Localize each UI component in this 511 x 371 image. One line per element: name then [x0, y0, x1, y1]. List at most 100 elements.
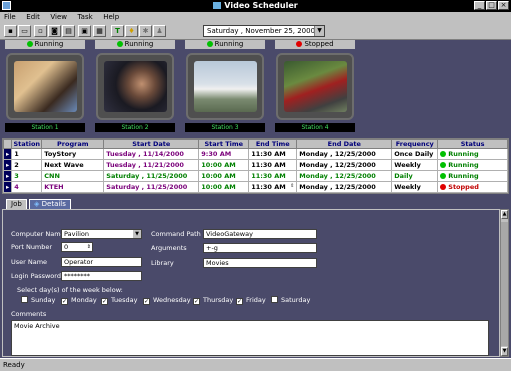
checkmark-icon[interactable]: ✓ [143, 298, 150, 305]
table-row[interactable]: ▸ 1 ToyStory Tuesday , 11/14/2000 9:30 A… [2, 148, 508, 160]
checkbox-sunday[interactable]: Sunday [21, 296, 55, 304]
station-monitor-3[interactable]: Running Station 3 [185, 40, 265, 134]
bulb-icon[interactable]: ♦ [125, 25, 138, 37]
start-date-cell[interactable]: Tuesday , 11/14/2000 [103, 148, 200, 160]
station-cell[interactable]: 3 [11, 170, 43, 182]
start-time-cell[interactable]: 10:00 AM [198, 170, 250, 182]
start-date-cell[interactable]: Saturday , 11/25/2000 [103, 170, 200, 182]
chevron-down-icon[interactable]: ▼ [133, 230, 141, 238]
user-name-field[interactable]: Operator [61, 257, 142, 267]
checkmark-icon[interactable]: ✓ [236, 298, 243, 305]
spinner-icon[interactable]: ⇕ [290, 183, 294, 189]
menu-file[interactable]: File [0, 12, 20, 22]
open-folder-icon[interactable]: ▭ [18, 25, 31, 37]
status-cell[interactable]: Running [437, 148, 508, 160]
row-selector[interactable]: ▸ [2, 170, 13, 182]
print-icon[interactable]: ▤ [62, 25, 75, 37]
checkbox-friday[interactable]: ✓ Friday [236, 296, 266, 305]
scroll-thumb[interactable] [501, 222, 508, 346]
menu-view[interactable]: View [46, 12, 71, 22]
checkmark-icon[interactable]: ✓ [101, 298, 108, 305]
frequency-cell[interactable]: Once Daily [391, 148, 439, 160]
col-start-time[interactable]: Start Time [198, 139, 250, 149]
scroll-up-icon[interactable]: ▲ [501, 210, 508, 219]
start-date-cell[interactable]: Tuesday , 11/21/2000 [103, 159, 200, 171]
checkbox-box[interactable] [271, 296, 278, 303]
station-cell[interactable]: 2 [11, 159, 43, 171]
close-button[interactable]: × [498, 1, 509, 10]
station-monitor-4[interactable]: Stopped Station 4 [275, 40, 355, 134]
settings-icon[interactable]: ✱ [139, 25, 152, 37]
start-date-cell[interactable]: Saturday , 11/25/2000 [103, 181, 200, 193]
table-row[interactable]: ▸ 2 Next Wave Tuesday , 11/21/2000 10:00… [2, 159, 508, 171]
command-path-field[interactable]: VideoGateway [203, 229, 317, 239]
checkmark-icon[interactable]: ✓ [193, 298, 200, 305]
end-time-cell[interactable]: 11:30 AM [248, 170, 298, 182]
end-time-cell[interactable]: 11:30 AM [248, 148, 298, 160]
program-cell[interactable]: KTEH [41, 181, 105, 193]
menu-task[interactable]: Task [74, 12, 97, 22]
end-date-cell[interactable]: Monday , 12/25/2000 [296, 181, 393, 193]
end-date-cell[interactable]: Monday , 12/25/2000 [296, 170, 393, 182]
col-end-date[interactable]: End Date [296, 139, 393, 149]
status-cell[interactable]: Running [437, 159, 508, 171]
row-selector[interactable]: ▸ [2, 159, 13, 171]
start-time-cell[interactable]: 10:00 AM [198, 181, 250, 193]
program-cell[interactable]: ToyStory [41, 148, 105, 160]
video-preview[interactable] [14, 61, 77, 112]
checkbox-box[interactable] [21, 296, 28, 303]
station-cell[interactable]: 1 [11, 148, 43, 160]
checkbox-wednesday[interactable]: ✓ Wednesday [143, 296, 191, 305]
arguments-field[interactable]: +-g [203, 243, 317, 253]
text-tool-icon[interactable]: T [111, 25, 124, 37]
video-preview[interactable] [194, 61, 257, 112]
status-cell[interactable]: Running [437, 170, 508, 182]
computer-name-select[interactable]: Pavilion ▼ [61, 229, 142, 239]
save-icon[interactable]: ▪ [4, 25, 17, 37]
start-time-cell[interactable]: 10:00 AM [198, 159, 250, 171]
menu-edit[interactable]: Edit [22, 12, 44, 22]
col-frequency[interactable]: Frequency [391, 139, 439, 149]
col-status[interactable]: Status [437, 139, 508, 149]
library-field[interactable]: Movies [203, 258, 317, 268]
video-preview[interactable] [284, 61, 347, 112]
start-time-cell[interactable]: 9:30 AM [198, 148, 250, 160]
col-end-time[interactable]: End Time [248, 139, 298, 149]
end-time-cell[interactable]: 11:30 AM ⇕ [248, 181, 298, 193]
col-start-date[interactable]: Start Date [103, 139, 200, 149]
table-row[interactable]: ▸ 3 CNN Saturday , 11/25/2000 10:00 AM 1… [2, 170, 508, 182]
login-password-field[interactable]: ******** [61, 271, 142, 281]
comments-textarea[interactable]: Movie Archive [11, 320, 489, 356]
table-row[interactable]: ▸ 4 KTEH Saturday , 11/25/2000 10:00 AM … [2, 181, 508, 193]
frequency-cell[interactable]: Weekly [391, 181, 439, 193]
minimize-button[interactable]: _ [474, 1, 485, 10]
new-icon[interactable]: ▫ [34, 25, 47, 37]
frequency-cell[interactable]: Weekly [391, 159, 439, 171]
col-station[interactable]: Station [11, 139, 43, 149]
monitor-icon[interactable]: ▣ [78, 25, 91, 37]
port-spinner-icon[interactable]: ⇕ [87, 243, 91, 251]
checkbox-thursday[interactable]: ✓ Thursday [193, 296, 233, 305]
end-date-cell[interactable]: Monday , 12/25/2000 [296, 159, 393, 171]
station-monitor-1[interactable]: Running Station 1 [5, 40, 85, 134]
end-date-cell[interactable]: Monday , 12/25/2000 [296, 148, 393, 160]
program-cell[interactable]: Next Wave [41, 159, 105, 171]
video-preview[interactable] [104, 61, 167, 112]
menu-help[interactable]: Help [99, 12, 123, 22]
row-selector[interactable]: ▸ [2, 181, 13, 193]
end-time-cell[interactable]: 11:30 AM [248, 159, 298, 171]
port-number-field[interactable]: 0 ⇕ [61, 242, 93, 252]
date-picker[interactable]: Saturday , November 25, 2000 ▼ [203, 25, 325, 37]
station-monitor-2[interactable]: Running Station 2 [95, 40, 175, 134]
col-program[interactable]: Program [41, 139, 105, 149]
checkbox-monday[interactable]: ✓ Monday [61, 296, 97, 305]
row-selector[interactable]: ▸ [2, 148, 13, 160]
vertical-scrollbar[interactable]: ▲ ▼ [500, 209, 509, 357]
record-icon[interactable]: ◙ [48, 25, 61, 37]
checkbox-saturday[interactable]: Saturday [271, 296, 310, 304]
program-cell[interactable]: CNN [41, 170, 105, 182]
status-cell[interactable]: Stopped [437, 181, 508, 193]
frequency-cell[interactable]: Daily [391, 170, 439, 182]
chevron-down-icon[interactable]: ▼ [314, 26, 324, 36]
station-cell[interactable]: 4 [11, 181, 43, 193]
